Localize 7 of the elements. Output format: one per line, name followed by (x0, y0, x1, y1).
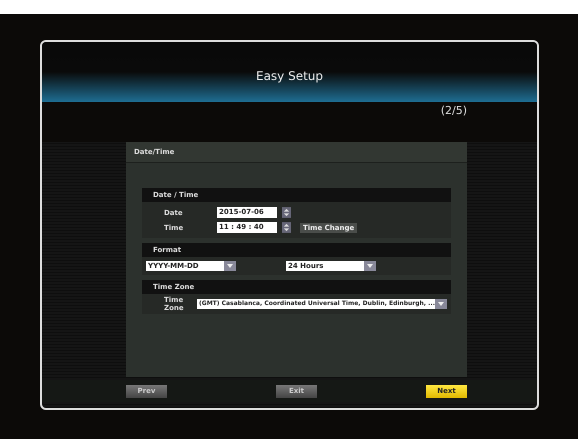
dropdown-arrow-icon (224, 261, 236, 271)
dialog-title: Easy Setup (256, 68, 324, 83)
step-counter: (2/5) (440, 104, 467, 119)
dropdown-arrow-icon (435, 299, 447, 309)
spinner-icon[interactable] (282, 222, 291, 233)
dropdown-arrow-icon (364, 261, 376, 271)
spinner-icon[interactable] (282, 207, 291, 218)
